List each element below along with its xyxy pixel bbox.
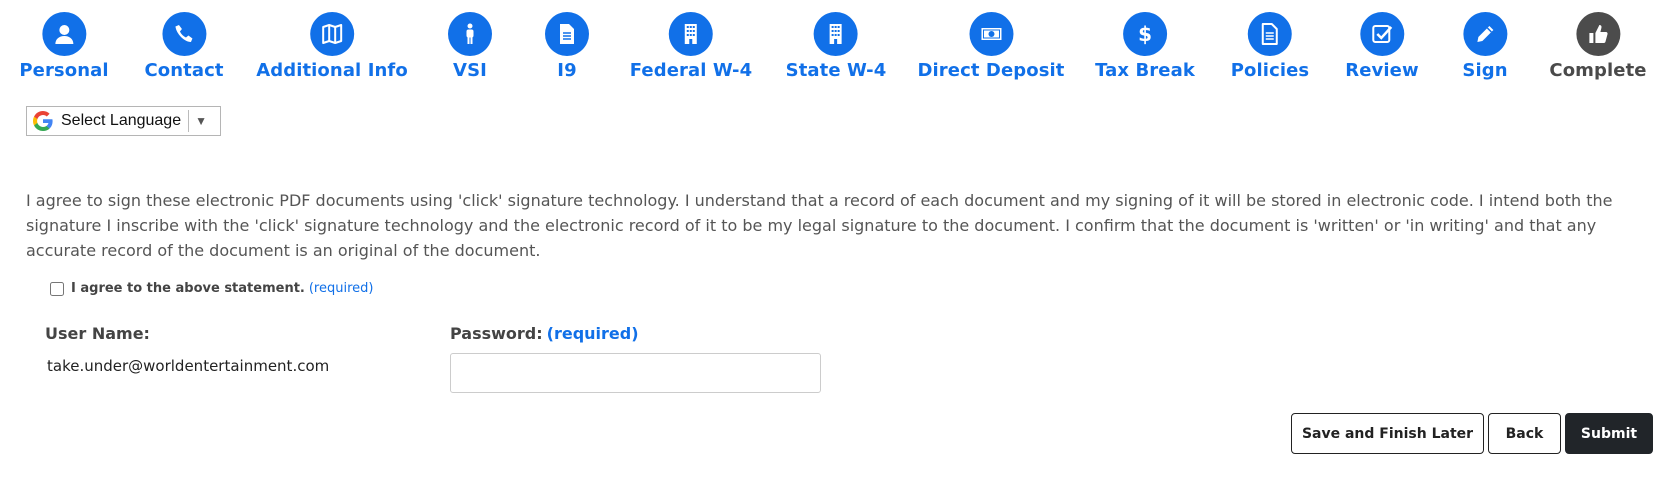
submit-button[interactable]: Submit [1565,413,1653,454]
step-label: Additional Info [256,60,408,81]
map-icon [310,12,354,56]
step-policies[interactable]: Policies [1231,12,1309,81]
password-input[interactable] [450,353,821,393]
svg-text:$: $ [1138,22,1152,46]
thumbs-up-icon [1576,12,1620,56]
dollar-icon: $ [1123,12,1167,56]
building-icon [814,12,858,56]
step-label: State W-4 [785,60,887,81]
save-finish-later-button[interactable]: Save and Finish Later [1291,413,1484,454]
step-additional-info[interactable]: Additional Info [256,12,408,81]
file-icon [545,12,589,56]
step-complete[interactable]: Complete [1549,12,1647,81]
language-label: Select Language [61,112,182,129]
step-vsi[interactable]: VSI [448,12,492,81]
step-label: Sign [1462,60,1508,81]
step-state-w4[interactable]: State W-4 [786,12,887,81]
pencil-icon [1462,12,1507,56]
agree-label: I agree to the above statement. [71,281,305,296]
step-label: Review [1345,60,1419,81]
step-direct-deposit[interactable]: Direct Deposit [917,12,1064,81]
step-label: VSI [453,60,487,81]
step-label: Personal [19,60,109,81]
google-icon [33,111,53,131]
username-label: User Name: [45,324,150,343]
step-label: Complete [1549,60,1647,81]
username-value: take.under@worldentertainment.com [47,357,330,375]
password-label-text: Password: [450,324,543,343]
agree-checkbox[interactable] [50,281,64,296]
step-tax-break[interactable]: $ Tax Break [1095,12,1195,81]
required-note: (required) [308,281,374,296]
phone-icon [162,12,206,56]
person-icon [41,12,86,56]
step-contact[interactable]: Contact [144,12,223,81]
agreement-statement: I agree to sign these electronic PDF doc… [26,191,1613,260]
step-personal[interactable]: Personal [19,12,109,81]
password-label: Password: (required) [450,324,639,343]
language-select[interactable]: Select Language ▼ [26,106,221,136]
back-button[interactable]: Back [1488,413,1561,454]
step-label: Direct Deposit [917,60,1065,81]
step-label: Policies [1230,60,1310,81]
building-icon [669,12,713,56]
checkbox-icon [1359,12,1404,56]
step-review[interactable]: Review [1345,12,1419,81]
step-label: I9 [557,60,577,81]
agree-row: I agree to the above statement. (require… [50,281,373,296]
document-icon [1248,12,1292,56]
required-note: (required) [546,324,639,343]
step-label: Federal W-4 [629,60,753,81]
step-sign[interactable]: Sign [1462,12,1508,81]
divider [188,110,190,132]
standing-person-icon [448,12,492,56]
step-label: Tax Break [1095,60,1195,81]
step-federal-w4[interactable]: Federal W-4 [630,12,752,81]
chevron-down-icon[interactable]: ▼ [195,114,207,128]
money-bill-icon [969,12,1013,56]
wizard-steps: Personal Contact Additional Info VSI I9 … [0,0,1667,96]
step-i9[interactable]: I9 [545,12,589,81]
step-label: Contact [144,60,224,81]
